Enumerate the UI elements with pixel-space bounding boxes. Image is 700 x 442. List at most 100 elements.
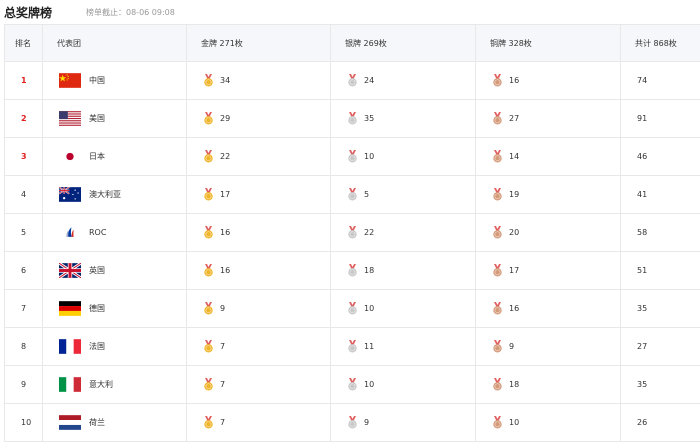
silver-count: 18 — [364, 266, 374, 275]
gold-count: 7 — [220, 342, 225, 351]
bronze-medal-icon — [492, 302, 503, 315]
country-name: 英国 — [89, 266, 105, 275]
gold-count: 29 — [220, 114, 230, 123]
table-row: 5ROC16222058 — [5, 214, 700, 252]
gold-count: 16 — [220, 266, 230, 275]
bronze-count: 9 — [509, 342, 514, 351]
team-cell: 荷兰 — [43, 404, 187, 442]
rank-cell: 4 — [5, 176, 43, 214]
silver-cell: 24 — [331, 62, 476, 100]
gold-cell: 9 — [187, 290, 331, 328]
bronze-count: 20 — [509, 228, 519, 237]
bronze-count: 18 — [509, 380, 519, 389]
gold-count: 7 — [220, 380, 225, 389]
bronze-cell: 16 — [476, 62, 621, 100]
medal-table: 排名 代表团 金牌 271枚 银牌 269枚 铜牌 328枚 共计 868枚 1… — [4, 24, 700, 442]
silver-cell: 18 — [331, 252, 476, 290]
bronze-cell: 20 — [476, 214, 621, 252]
silver-cell: 11 — [331, 328, 476, 366]
gold-medal-icon — [203, 302, 214, 315]
gold-cell: 16 — [187, 214, 331, 252]
bronze-medal-icon — [492, 112, 503, 125]
total-cell: 35 — [621, 366, 700, 404]
bronze-count: 16 — [509, 304, 519, 313]
gold-medal-icon — [203, 150, 214, 163]
bronze-cell: 9 — [476, 328, 621, 366]
column-header-silver: 银牌 269枚 — [331, 25, 476, 62]
silver-count: 11 — [364, 342, 374, 351]
team-cell: 英国 — [43, 252, 187, 290]
bronze-medal-icon — [492, 188, 503, 201]
column-header-bronze: 铜牌 328枚 — [476, 25, 621, 62]
gold-cell: 7 — [187, 328, 331, 366]
gold-medal-icon — [203, 340, 214, 353]
rank-cell: 3 — [5, 138, 43, 176]
country-name: 荷兰 — [89, 418, 105, 427]
bronze-cell: 14 — [476, 138, 621, 176]
silver-medal-icon — [347, 416, 358, 429]
table-row: 9 意大利 7 10 18 35 — [5, 366, 700, 404]
total-cell: 46 — [621, 138, 700, 176]
roc-emblem-icon — [59, 225, 81, 240]
total-cell: 35 — [621, 290, 700, 328]
silver-count: 5 — [364, 190, 369, 199]
country-name: 美国 — [89, 114, 105, 123]
cn-flag-icon — [59, 73, 81, 88]
de-flag-icon — [59, 301, 81, 316]
country-name: 法国 — [89, 342, 105, 351]
silver-cell: 5 — [331, 176, 476, 214]
team-cell: 德国 — [43, 290, 187, 328]
bronze-count: 19 — [509, 190, 519, 199]
bronze-cell: 18 — [476, 366, 621, 404]
rank-cell: 8 — [5, 328, 43, 366]
update-timestamp: 榜单截止：08-06 09:08 — [86, 7, 175, 18]
gold-medal-icon — [203, 188, 214, 201]
column-header-team: 代表团 — [43, 25, 187, 62]
gold-cell: 7 — [187, 404, 331, 442]
table-row: 3日本 22 10 1446 — [5, 138, 700, 176]
gold-medal-icon — [203, 226, 214, 239]
silver-medal-icon — [347, 74, 358, 87]
bronze-cell: 17 — [476, 252, 621, 290]
table-row: 2美国29352791 — [5, 100, 700, 138]
gb-flag-icon — [59, 263, 81, 278]
rank-cell: 9 — [5, 366, 43, 404]
column-header-total: 共计 868枚 — [621, 25, 700, 62]
silver-count: 10 — [364, 380, 374, 389]
team-cell: 法国 — [43, 328, 187, 366]
table-row: 8法国711927 — [5, 328, 700, 366]
bronze-medal-icon — [492, 378, 503, 391]
country-name: 意大利 — [89, 380, 113, 389]
table-row: 1中国34241674 — [5, 62, 700, 100]
gold-cell: 7 — [187, 366, 331, 404]
gold-count: 22 — [220, 152, 230, 161]
team-cell: 美国 — [43, 100, 187, 138]
total-cell: 58 — [621, 214, 700, 252]
fr-flag-icon — [59, 339, 81, 354]
silver-medal-icon — [347, 150, 358, 163]
silver-count: 24 — [364, 76, 374, 85]
team-cell: 日本 — [43, 138, 187, 176]
silver-medal-icon — [347, 302, 358, 315]
country-name: ROC — [89, 228, 106, 237]
silver-medal-icon — [347, 112, 358, 125]
bronze-medal-icon — [492, 226, 503, 239]
silver-count: 10 — [364, 152, 374, 161]
table-row: 7德国9101635 — [5, 290, 700, 328]
gold-medal-icon — [203, 416, 214, 429]
country-name: 中国 — [89, 76, 105, 85]
total-cell: 26 — [621, 404, 700, 442]
table-row: 10荷兰791026 — [5, 404, 700, 442]
bronze-cell: 19 — [476, 176, 621, 214]
bronze-medal-icon — [492, 74, 503, 87]
gold-cell: 34 — [187, 62, 331, 100]
silver-count: 22 — [364, 228, 374, 237]
gold-medal-icon — [203, 378, 214, 391]
total-cell: 74 — [621, 62, 700, 100]
gold-cell: 17 — [187, 176, 331, 214]
silver-medal-icon — [347, 188, 358, 201]
us-flag-icon — [59, 111, 81, 126]
page-title: 总奖牌榜 — [4, 4, 52, 21]
team-cell: 中国 — [43, 62, 187, 100]
rank-cell: 2 — [5, 100, 43, 138]
